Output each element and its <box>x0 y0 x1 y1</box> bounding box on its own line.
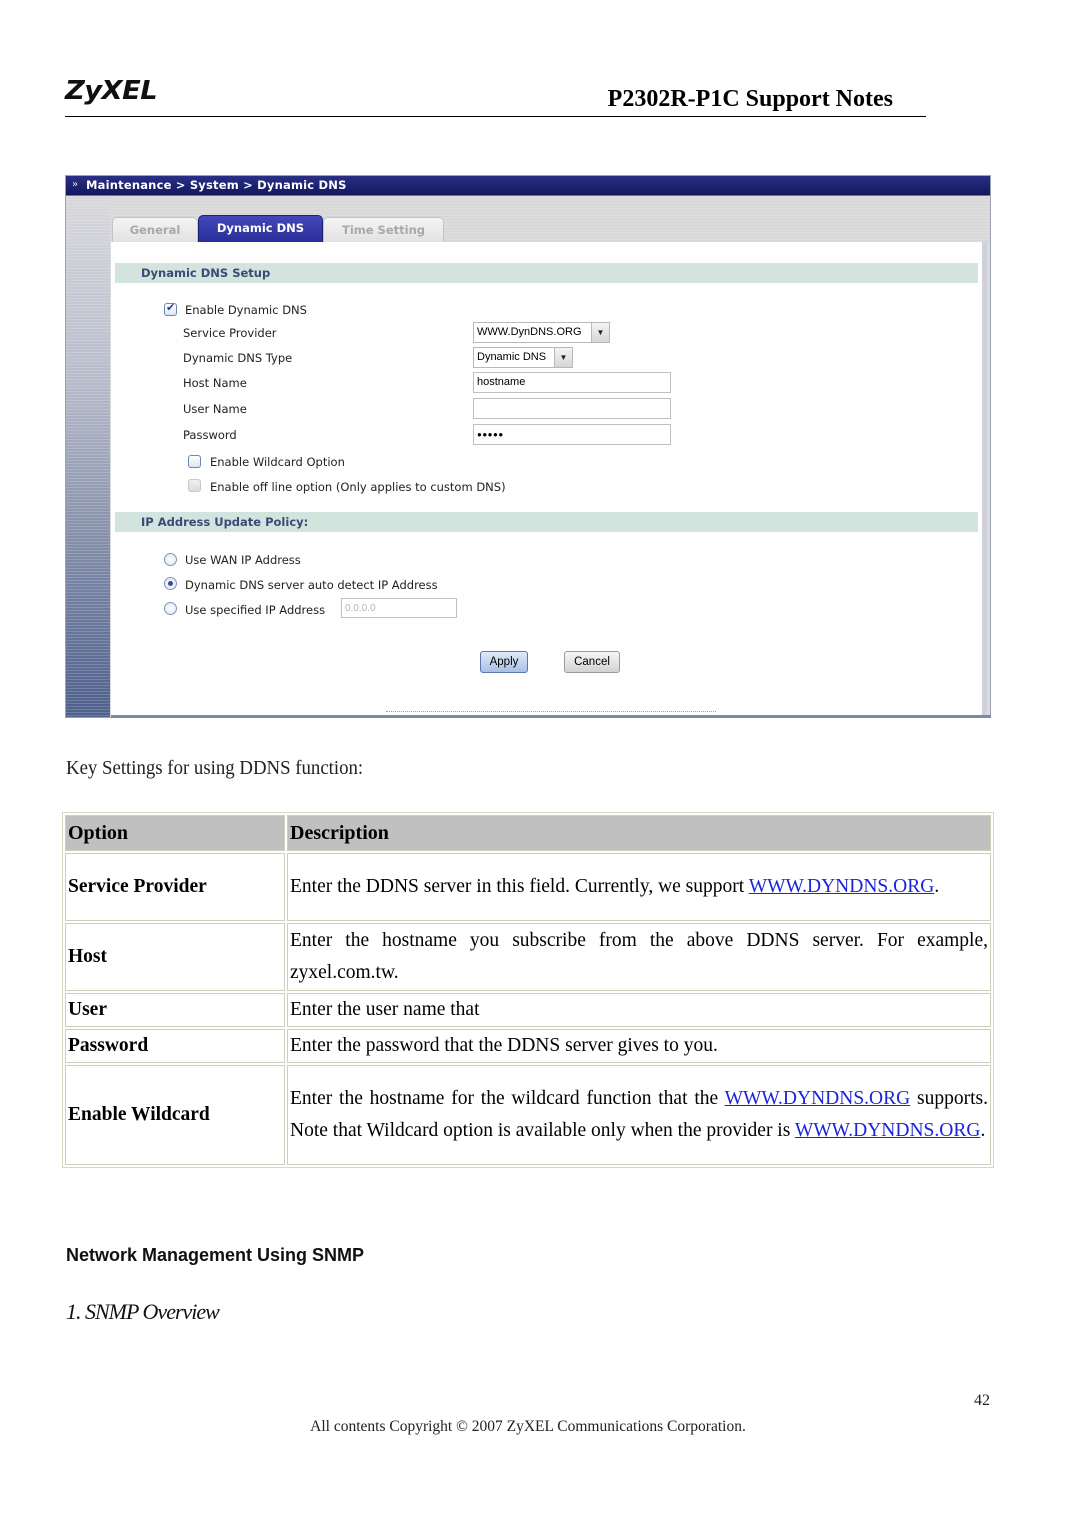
cancel-button[interactable]: Cancel <box>564 651 620 673</box>
double-chevron-right-icon: » <box>72 179 79 190</box>
service-provider-select[interactable]: WWW.DynDNS.ORG ▼ <box>473 322 610 343</box>
radio-specified-ip-label: Use specified IP Address <box>185 603 326 617</box>
offline-option-checkbox[interactable] <box>188 479 201 492</box>
option-name: Service Provider <box>65 853 285 921</box>
radio-use-wan-ip[interactable] <box>164 553 177 566</box>
apply-button[interactable]: Apply <box>480 651 528 673</box>
copyright-text: All contents Copyright © 2007 ZyXEL Comm… <box>310 1418 746 1435</box>
ddns-type-select[interactable]: Dynamic DNS ▼ <box>473 347 573 368</box>
service-provider-label: Service Provider <box>183 326 277 340</box>
dyndns-link[interactable]: WWW.DYNDNS.ORG <box>725 1088 911 1109</box>
description-text: . <box>934 876 940 897</box>
breadcrumb-bar: » Maintenance > System > Dynamic DNS <box>66 176 990 196</box>
user-name-label: User Name <box>183 402 247 416</box>
option-description: Enter the hostname for the wildcard func… <box>287 1065 991 1165</box>
host-name-input[interactable]: hostname <box>473 372 671 393</box>
sidebar-gradient <box>66 196 110 717</box>
section-header-ddns-setup: Dynamic DNS Setup <box>115 263 978 283</box>
dropdown-arrow-icon[interactable]: ▼ <box>591 323 609 342</box>
ddns-type-label: Dynamic DNS Type <box>183 351 293 365</box>
wildcard-checkbox[interactable] <box>188 455 201 468</box>
divider <box>386 711 716 712</box>
page-number: 42 <box>974 1392 990 1409</box>
radio-use-wan-ip-label: Use WAN IP Address <box>185 553 301 567</box>
enable-ddns-checkbox[interactable] <box>164 301 177 316</box>
radio-auto-detect-ip-label: Dynamic DNS server auto detect IP Addres… <box>185 578 438 592</box>
enable-ddns-label: Enable Dynamic DNS <box>185 303 307 317</box>
description-text: . <box>980 1120 986 1141</box>
subheading-snmp-overview: 1. SNMP Overview <box>66 1299 220 1324</box>
description-text: Enter the hostname for the wildcard func… <box>290 1088 725 1109</box>
option-description: Enter the password that the DDNS server … <box>287 1029 991 1063</box>
footer: All contents Copyright © 2007 ZyXEL Comm… <box>0 1418 1080 1436</box>
radio-specified-ip[interactable] <box>164 602 177 615</box>
column-header-description: Description <box>287 815 991 851</box>
table-row: User Enter the user name that <box>65 993 991 1027</box>
radio-auto-detect-ip[interactable] <box>164 577 177 590</box>
password-label: Password <box>183 428 237 442</box>
zyxel-logo: ZyXEL <box>65 76 158 106</box>
option-name: Host <box>65 923 285 991</box>
table-row: Enable Wildcard Enter the hostname for t… <box>65 1065 991 1165</box>
table-row: Service Provider Enter the DDNS server i… <box>65 853 991 921</box>
wildcard-label: Enable Wildcard Option <box>210 455 345 469</box>
ddns-screenshot: » Maintenance > System > Dynamic DNS Gen… <box>65 175 991 718</box>
dropdown-arrow-icon[interactable]: ▼ <box>554 348 572 367</box>
option-description: Enter the hostname you subscribe from th… <box>287 923 991 991</box>
user-name-input[interactable] <box>473 398 671 419</box>
table-caption: Key Settings for using DDNS function: <box>66 757 364 779</box>
option-name: Enable Wildcard <box>65 1065 285 1165</box>
option-description: Enter the DDNS server in this field. Cur… <box>287 853 991 921</box>
tab-general[interactable]: General <box>112 217 198 242</box>
offline-option-label: Enable off line option (Only applies to … <box>210 480 506 494</box>
description-text: Enter the DDNS server in this field. Cur… <box>290 876 749 897</box>
column-header-option: Option <box>65 815 285 851</box>
section-header-ip-update-policy: IP Address Update Policy: <box>115 512 978 532</box>
ddns-type-value: Dynamic DNS <box>477 351 547 363</box>
specified-ip-input[interactable]: 0.0.0.0 <box>341 598 457 618</box>
document-title: P2302R-P1C Support Notes <box>607 86 893 112</box>
options-table: Option Description Service Provider Ente… <box>62 812 994 1168</box>
dyndns-link[interactable]: WWW.DYNDNS.ORG <box>795 1120 981 1141</box>
table-row: Password Enter the password that the DDN… <box>65 1029 991 1063</box>
panel-bottom-border <box>111 715 991 718</box>
dyndns-link[interactable]: WWW.DYNDNS.ORG <box>749 876 935 897</box>
option-description: Enter the user name that <box>287 993 991 1027</box>
table-row: Host Enter the hostname you subscribe fr… <box>65 923 991 991</box>
password-input[interactable]: ●●●●● <box>473 424 671 445</box>
breadcrumb: Maintenance > System > Dynamic DNS <box>86 178 347 192</box>
tab-dynamic-dns[interactable]: Dynamic DNS <box>198 215 323 242</box>
service-provider-value: WWW.DynDNS.ORG <box>477 326 582 338</box>
settings-panel: Dynamic DNS Setup Enable Dynamic DNS Ser… <box>111 242 987 717</box>
option-name: User <box>65 993 285 1027</box>
table-header-row: Option Description <box>65 815 991 851</box>
tab-time-setting[interactable]: Time Setting <box>323 217 444 242</box>
page-header: ZyXEL P2302R-P1C Support Notes <box>65 76 926 117</box>
option-name: Password <box>65 1029 285 1063</box>
section-heading-snmp: Network Management Using SNMP <box>66 1245 365 1265</box>
host-name-label: Host Name <box>183 376 247 390</box>
